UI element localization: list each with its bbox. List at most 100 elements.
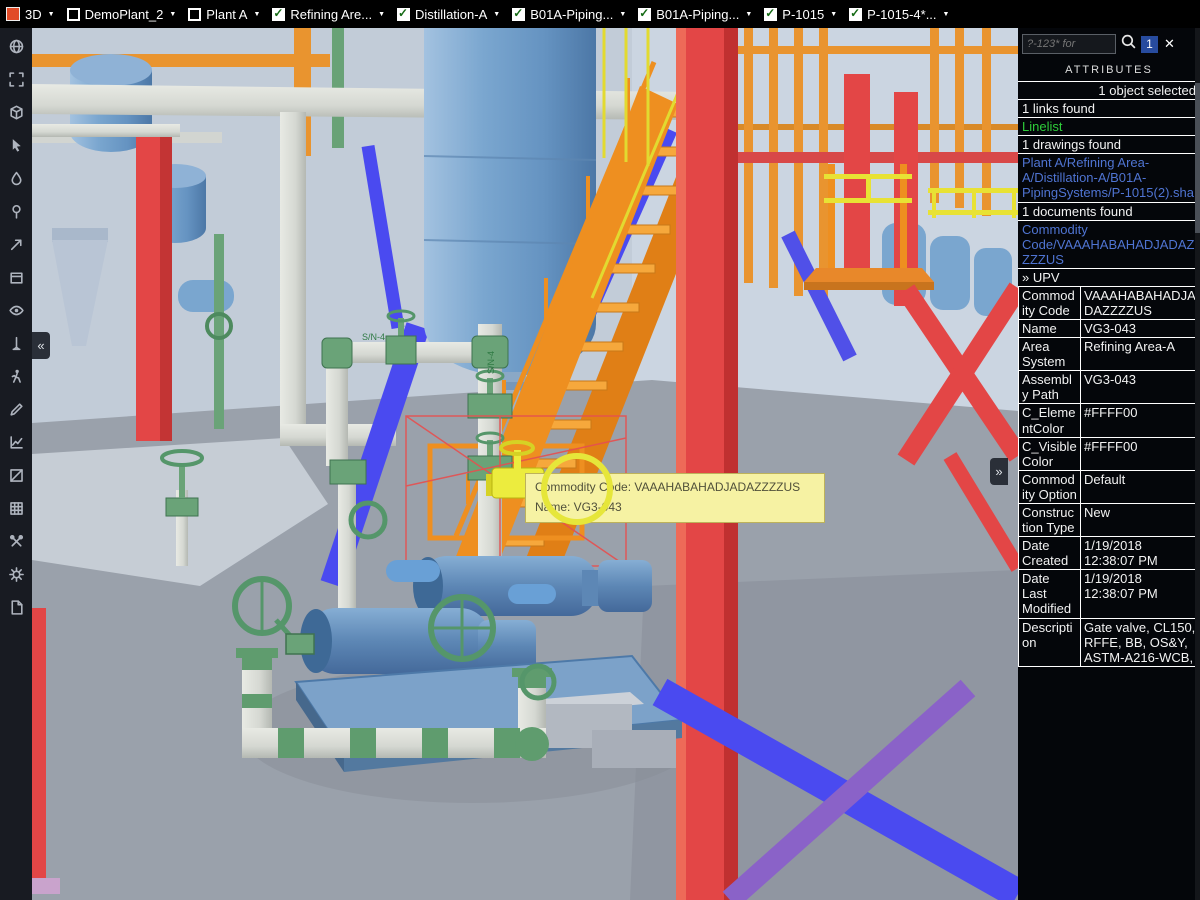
red-column-bottom-left[interactable]: [32, 608, 46, 888]
topbar-item-label: 3D: [25, 6, 42, 22]
table-row: C_ElementColor #FFFF00: [1018, 403, 1200, 438]
checkbox-checked-icon[interactable]: [764, 6, 778, 21]
3d-scene[interactable]: S/N-4 S/N-4: [32, 28, 1018, 900]
chevron-down-icon[interactable]: ▼: [253, 11, 260, 18]
cube-tool-button[interactable]: [4, 100, 28, 124]
chevron-down-icon[interactable]: ▼: [48, 11, 55, 18]
document-icon: [10, 599, 23, 615]
measure-tool-button[interactable]: [4, 331, 28, 355]
linelist-link[interactable]: Linelist: [1018, 117, 1200, 135]
tools-icon: [9, 534, 23, 547]
cursor-tool-button[interactable]: [4, 232, 28, 256]
box-tool-button[interactable]: [4, 265, 28, 289]
gear-icon: [8, 566, 24, 582]
objects-selected-text: 1 object selected: [1018, 81, 1200, 99]
pin-tool-button[interactable]: [4, 199, 28, 223]
tooltip-name: Name: VG3-043: [535, 499, 622, 514]
topbar-item-piping-2[interactable]: B01A-Piping... ▼: [638, 6, 752, 22]
table-row: Construction Type New: [1018, 502, 1200, 538]
checkbox-checked-icon[interactable]: [272, 6, 286, 21]
selection-tooltip: Commodity Code: VAAAHABAHADJADAZZZZUS Na…: [525, 473, 825, 523]
search-icon[interactable]: [1120, 33, 1137, 55]
attributes-title: ATTRIBUTES: [1065, 64, 1153, 76]
table-row: Area System Refining Area-A: [1018, 337, 1200, 372]
topbar-item-refining-area[interactable]: Refining Are... ▼: [272, 6, 385, 22]
topbar-item-p1015[interactable]: P-1015 ▼: [764, 6, 837, 22]
topbar-item-p1015-4[interactable]: P-1015-4*... ▼: [849, 6, 950, 22]
topbar-item-label: B01A-Piping...: [656, 6, 740, 22]
globe-icon: [9, 39, 23, 53]
table-row: Date Last Modified 1/19/2018 12:38:07 PM: [1018, 569, 1200, 619]
attributes-table: Commodity Code VAAAHABAHADJADAZZZZUS Name…: [1018, 285, 1200, 667]
topbar-item-distillation-a[interactable]: Distillation-A ▼: [397, 6, 500, 22]
topbar-item-demoplant[interactable]: DemoPlant_2 ▼: [66, 6, 176, 22]
topbar-item-piping-1[interactable]: B01A-Piping... ▼: [512, 6, 626, 22]
search-row: 1 ✕: [1018, 28, 1200, 60]
table-row: Name VG3-043: [1018, 319, 1200, 339]
chevron-down-icon[interactable]: ▼: [493, 11, 500, 18]
expand-panel-button[interactable]: »: [990, 458, 1008, 485]
paint-drop-icon: [10, 171, 22, 185]
result-count-badge: 1: [1141, 35, 1158, 53]
scrollbar-thumb[interactable]: [1195, 83, 1200, 233]
chevron-down-icon[interactable]: ▼: [943, 11, 950, 18]
document-link[interactable]: Commodity Code/VAAAHABAHADJADAZZZZUS: [1018, 219, 1200, 268]
tools-tool-button[interactable]: [4, 529, 28, 553]
chart-tool-button[interactable]: [4, 430, 28, 454]
chevron-down-icon[interactable]: ▼: [745, 11, 752, 18]
table-row: Description Gate valve, CL150, RFFE, BB, …: [1018, 617, 1200, 667]
fit-screen-icon: [8, 71, 24, 87]
pencil-icon: [9, 402, 23, 416]
paint-tool-button[interactable]: [4, 166, 28, 190]
svg-text:S/N-4: S/N-4: [362, 332, 385, 342]
visibility-tool-button[interactable]: [4, 298, 28, 322]
table-row: Commodity Code VAAAHABAHADJADAZZZZUS: [1018, 285, 1200, 321]
3d-viewport[interactable]: S/N-4 S/N-4 Commodity Code: VAAAHABAHADJ…: [32, 28, 1018, 900]
grid-icon: [9, 501, 23, 515]
topbar-item-plant-a[interactable]: Plant A ▼: [188, 7, 260, 22]
chevron-down-icon[interactable]: ▼: [619, 11, 626, 18]
drawing-link[interactable]: Plant A/Refining Area-A/Distillation-A/B…: [1018, 153, 1200, 201]
model-icon: [6, 7, 20, 21]
eye-icon: [8, 305, 24, 315]
pointer-tool-button[interactable]: [4, 133, 28, 157]
topbar-item-label: Distillation-A: [415, 6, 488, 22]
topbar-item-label: P-1015: [782, 6, 825, 22]
globe-tool-button[interactable]: [4, 34, 28, 58]
settings-tool-button[interactable]: [4, 562, 28, 586]
checkbox-checked-icon[interactable]: [512, 6, 526, 21]
red-column-left[interactable]: [136, 136, 172, 441]
pin-icon: [11, 204, 21, 219]
chevron-down-icon[interactable]: ▼: [169, 11, 176, 18]
checkbox-checked-icon[interactable]: [397, 6, 411, 21]
checkbox-checked-icon[interactable]: [849, 6, 863, 21]
document-tool-button[interactable]: [4, 595, 28, 619]
draw-tool-button[interactable]: [4, 397, 28, 421]
section-plane-icon: [9, 468, 23, 482]
chart-icon: [9, 435, 23, 449]
table-row: Date Created 1/19/2018 12:38:07 PM: [1018, 536, 1200, 571]
walk-tool-button[interactable]: [4, 364, 28, 388]
section-tool-button[interactable]: [4, 463, 28, 487]
table-row: Commodity Option Default: [1018, 469, 1200, 504]
grid-tool-button[interactable]: [4, 496, 28, 520]
green-pipe-left[interactable]: [214, 234, 224, 429]
collapse-toolbar-button[interactable]: «: [32, 332, 50, 359]
chevron-down-icon[interactable]: ▼: [378, 11, 385, 18]
checkbox-checked-icon[interactable]: [638, 6, 652, 21]
tool-sidebar: [0, 28, 32, 900]
panel-scrollbar[interactable]: [1195, 28, 1200, 900]
topbar-item-label: Refining Are...: [290, 6, 373, 22]
drawings-found-text: 1 drawings found: [1018, 135, 1200, 153]
measure-icon: [12, 336, 20, 350]
topbar-item-3d[interactable]: 3D ▼: [6, 7, 55, 22]
attributes-panel: 1 ✕ ATTRIBUTES 1 object selected 1 links…: [1018, 28, 1200, 900]
topbar-item-label: DemoPlant_2: [84, 6, 164, 22]
search-input[interactable]: [1022, 34, 1116, 54]
topbar-item-label: P-1015-4*...: [867, 6, 937, 22]
fit-screen-tool-button[interactable]: [4, 67, 28, 91]
upv-row[interactable]: » UPV: [1018, 267, 1200, 286]
chevron-down-icon[interactable]: ▼: [830, 11, 837, 18]
close-icon[interactable]: ✕: [1162, 36, 1177, 52]
red-column-center[interactable]: [676, 28, 738, 900]
